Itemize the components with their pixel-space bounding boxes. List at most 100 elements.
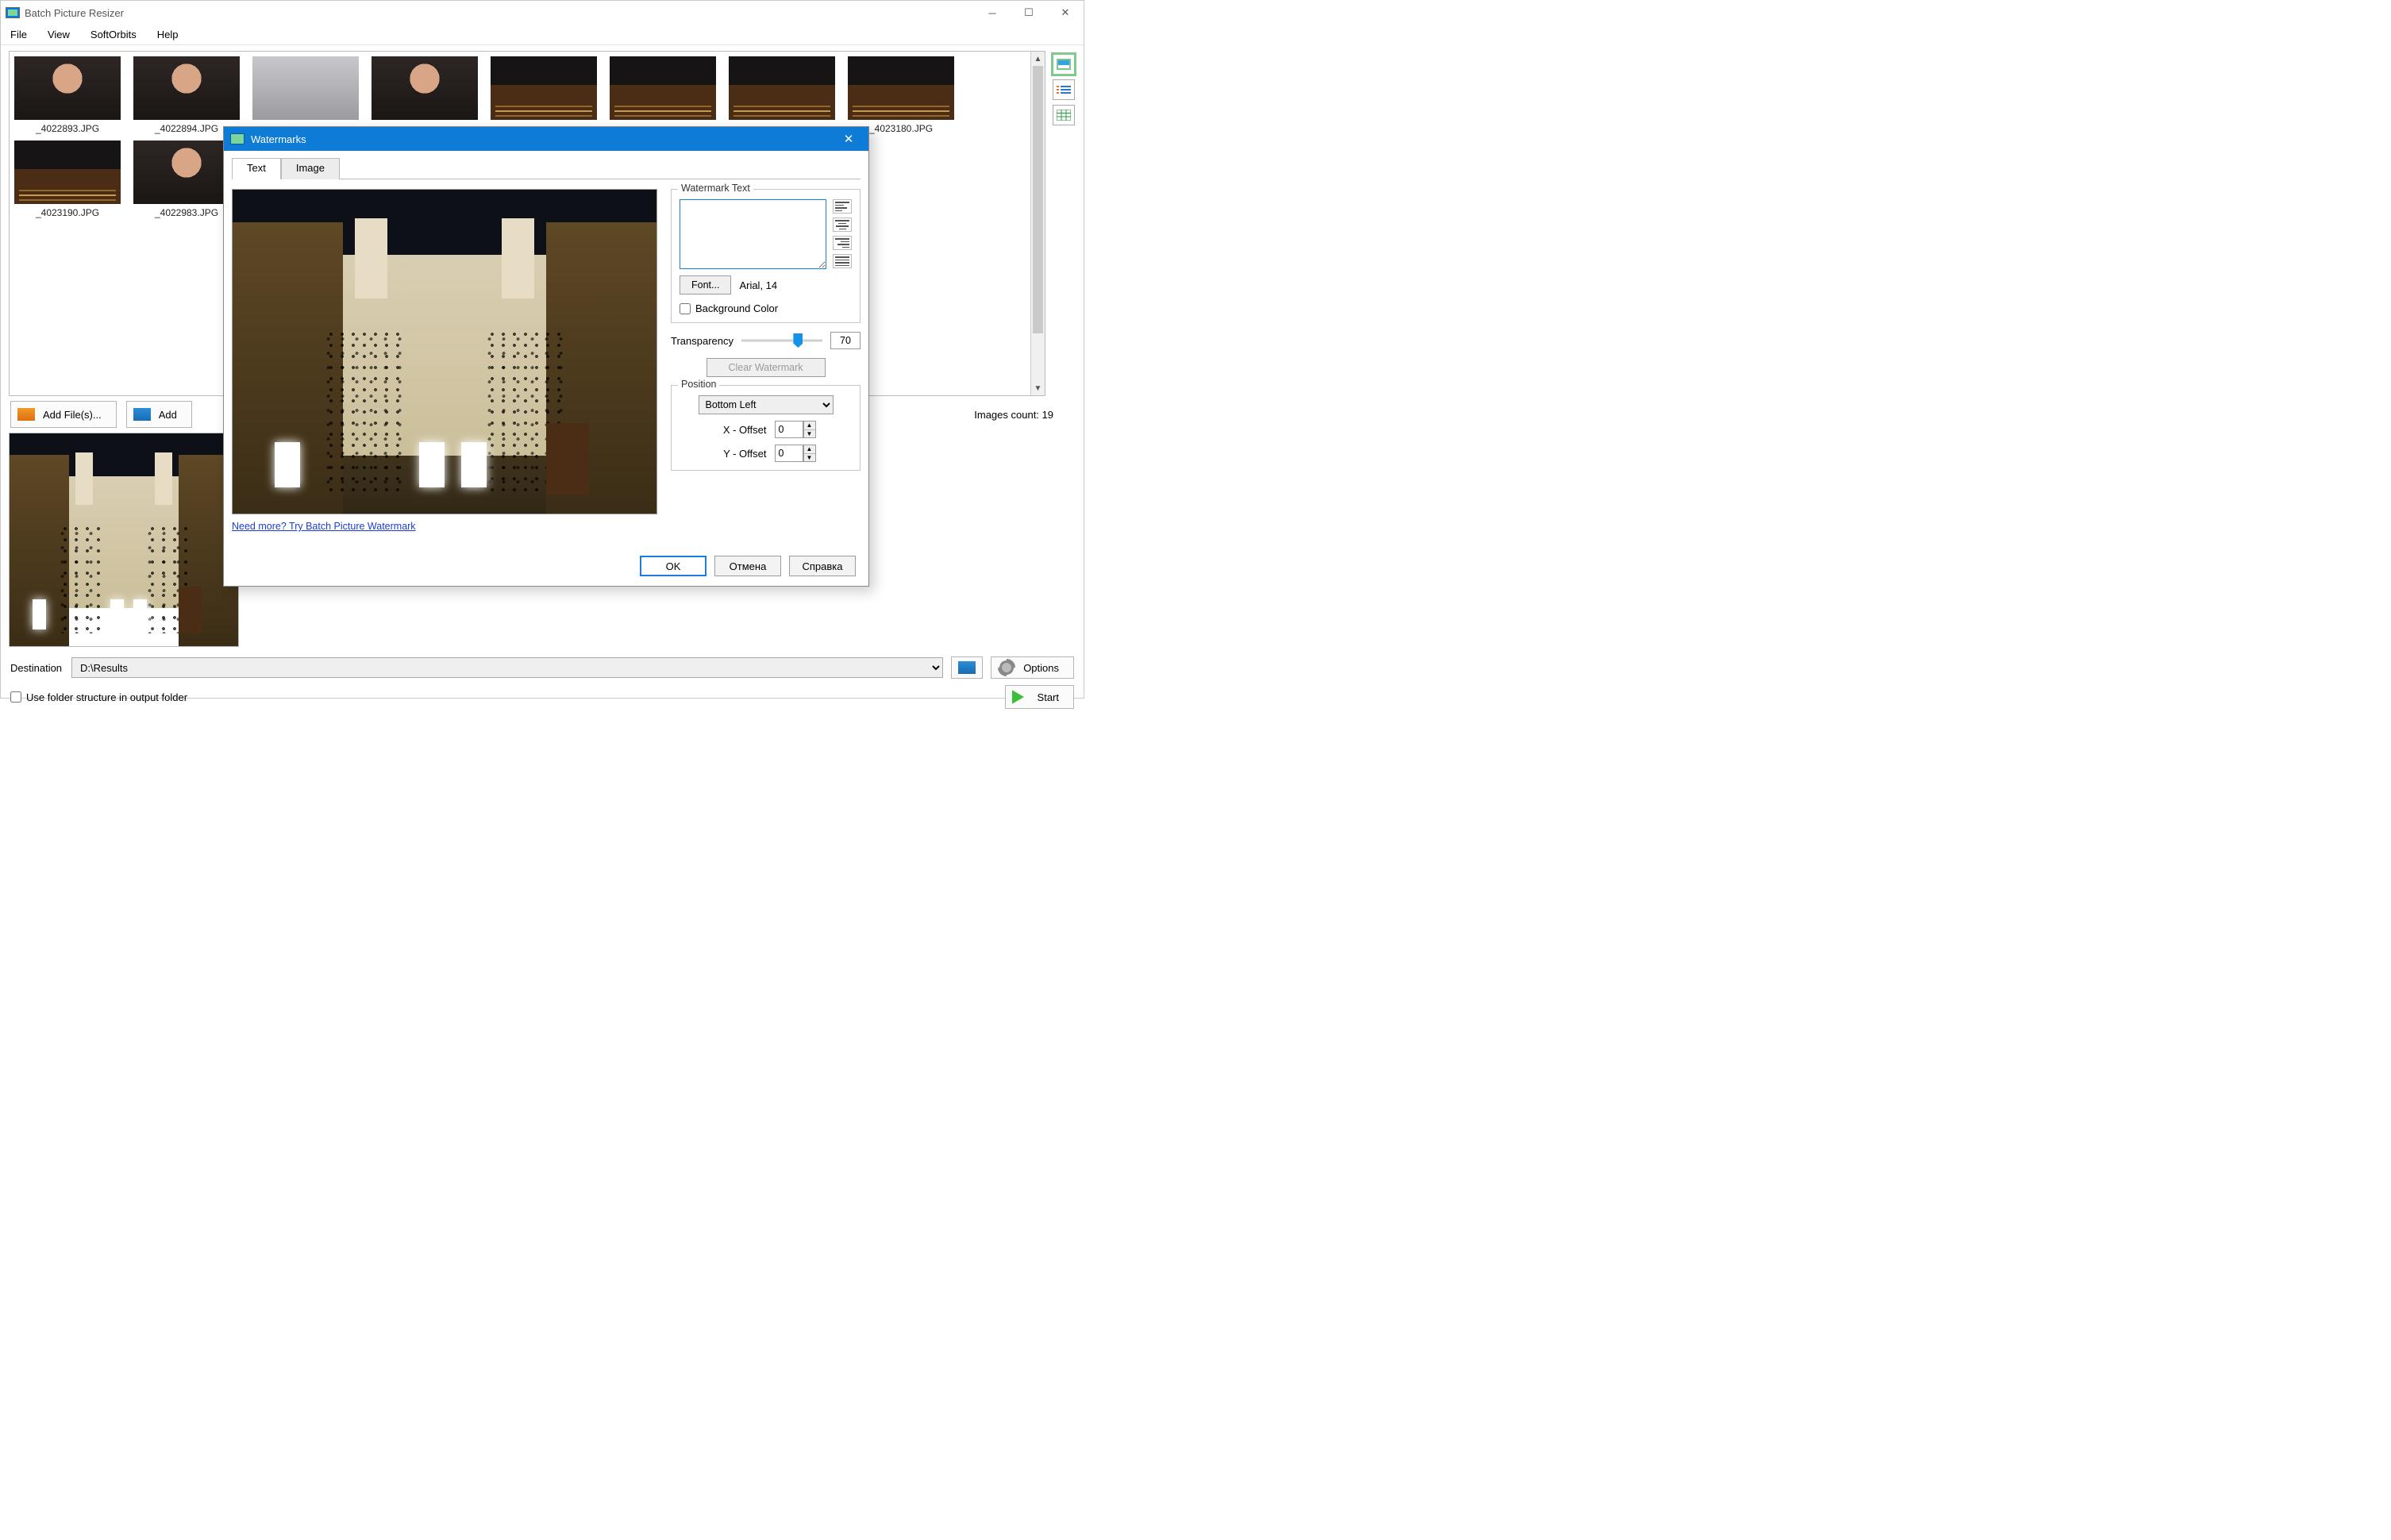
tab-image[interactable]: Image <box>281 158 340 179</box>
browse-folder-icon <box>958 661 976 674</box>
x-offset-stepper[interactable]: ▲▼ <box>775 421 816 438</box>
thumbnail[interactable] <box>252 56 359 134</box>
dialog-titlebar[interactable]: Watermarks ✕ <box>224 127 868 151</box>
y-offset-input[interactable] <box>775 445 803 462</box>
app-title: Batch Picture Resizer <box>25 7 124 19</box>
transparency-slider-thumb[interactable] <box>793 333 803 348</box>
destination-select[interactable]: D:\Results <box>71 657 943 678</box>
cancel-button[interactable]: Отмена <box>714 556 781 576</box>
font-display-label: Arial, 14 <box>739 279 777 291</box>
watermark-text-group-label: Watermark Text <box>678 183 753 194</box>
watermarks-dialog: Watermarks ✕ Text Image <box>223 126 869 587</box>
align-center-icon[interactable] <box>833 218 852 232</box>
y-offset-down-icon[interactable]: ▼ <box>804 454 815 462</box>
menu-file[interactable]: File <box>6 26 32 43</box>
browse-destination-button[interactable] <box>951 656 983 679</box>
scrollbar-down-icon[interactable]: ▼ <box>1031 381 1045 395</box>
align-justify-icon[interactable] <box>833 254 852 268</box>
start-button[interactable]: Start <box>1005 685 1074 709</box>
position-group-label: Position <box>678 379 719 390</box>
y-offset-up-icon[interactable]: ▲ <box>804 445 815 454</box>
transparency-label: Transparency <box>671 335 733 347</box>
view-mode-thumbnails-icon[interactable] <box>1053 54 1075 75</box>
thumbnail-name: _4022983.JPG <box>155 207 218 218</box>
thumbnail-image <box>133 56 240 120</box>
menu-view[interactable]: View <box>43 26 75 43</box>
add-files-button[interactable]: Add File(s)... <box>10 401 117 428</box>
position-group: Position Bottom Left X - Offset ▲▼ <box>671 385 861 471</box>
watermark-preview-pane: Need more? Try Batch Picture Watermark <box>232 189 658 532</box>
folder-structure-row: Use folder structure in output folder St… <box>1 682 1084 712</box>
menubar: File View SoftOrbits Help <box>1 25 1084 45</box>
menu-help[interactable]: Help <box>152 26 183 43</box>
window-maximize-button[interactable]: ☐ <box>1011 1 1047 25</box>
view-mode-column <box>1052 51 1076 396</box>
thumbnail-name: _4022894.JPG <box>155 123 218 134</box>
dialog-body: Text Image Need more? Try Batch Picture … <box>224 151 868 586</box>
y-offset-label: Y - Offset <box>716 448 767 460</box>
thumbnail-image <box>14 141 121 204</box>
main-preview-image <box>9 433 239 647</box>
thumbnail[interactable]: _4022893.JPG <box>14 56 121 134</box>
ok-button[interactable]: OK <box>640 556 707 576</box>
transparency-slider[interactable] <box>741 331 822 350</box>
watermark-text-group: Watermark Text Font... <box>671 189 861 323</box>
align-right-icon[interactable] <box>833 236 852 250</box>
thumbnail[interactable] <box>610 56 716 134</box>
dialog-close-button[interactable]: ✕ <box>835 127 862 151</box>
position-select[interactable]: Bottom Left <box>699 395 834 414</box>
folder-structure-label: Use folder structure in output folder <box>26 691 187 703</box>
thumbnail-name: _4022893.JPG <box>36 123 99 134</box>
watermark-text-input[interactable] <box>680 199 826 269</box>
transparency-row: Transparency <box>671 331 861 350</box>
background-color-checkbox[interactable] <box>680 303 691 314</box>
font-button[interactable]: Font... <box>680 275 731 295</box>
thumbnail[interactable]: _4022894.JPG <box>133 56 240 134</box>
window-controls: ─ ☐ ✕ <box>974 1 1084 25</box>
need-more-link[interactable]: Need more? Try Batch Picture Watermark <box>232 521 416 532</box>
watermark-preview-image <box>232 189 657 514</box>
y-offset-stepper[interactable]: ▲▼ <box>775 445 816 462</box>
tab-text[interactable]: Text <box>232 158 281 179</box>
text-align-buttons <box>833 199 852 269</box>
dialog-content: Need more? Try Batch Picture Watermark W… <box>232 179 861 532</box>
options-label: Options <box>1023 662 1059 674</box>
x-offset-up-icon[interactable]: ▲ <box>804 422 815 430</box>
add-folder-button[interactable]: Add <box>126 401 192 428</box>
folder-structure-checkbox[interactable] <box>10 691 21 703</box>
clear-watermark-button[interactable]: Clear Watermark <box>707 358 826 377</box>
thumbnail-image <box>14 56 121 120</box>
x-offset-input[interactable] <box>775 421 803 438</box>
view-mode-grid-icon[interactable] <box>1053 105 1075 125</box>
thumbnail-image <box>848 56 954 120</box>
add-files-icon <box>17 408 35 421</box>
help-button[interactable]: Справка <box>789 556 856 576</box>
thumbnail[interactable] <box>372 56 478 134</box>
thumbnail[interactable] <box>491 56 597 134</box>
thumbnail[interactable]: _4023190.JPG <box>14 141 121 218</box>
dialog-title: Watermarks <box>251 133 306 145</box>
watermark-controls-pane: Watermark Text Font... <box>671 189 861 532</box>
gallery-scrollbar[interactable]: ▲ ▼ <box>1030 52 1045 395</box>
x-offset-label: X - Offset <box>716 424 767 436</box>
options-button[interactable]: Options <box>991 656 1074 679</box>
transparency-value-input[interactable] <box>830 332 861 349</box>
thumbnail-image <box>729 56 835 120</box>
titlebar: Batch Picture Resizer ─ ☐ ✕ <box>1 1 1084 25</box>
x-offset-down-icon[interactable]: ▼ <box>804 430 815 438</box>
menu-softorbits[interactable]: SoftOrbits <box>86 26 141 43</box>
add-folder-icon <box>133 408 151 421</box>
thumbnail[interactable] <box>729 56 835 134</box>
scrollbar-track[interactable] <box>1031 66 1045 381</box>
window-close-button[interactable]: ✕ <box>1047 1 1084 25</box>
align-left-icon[interactable] <box>833 199 852 214</box>
scrollbar-thumb[interactable] <box>1033 66 1043 333</box>
background-color-label: Background Color <box>695 302 778 314</box>
thumbnail-image <box>491 56 597 120</box>
thumbnail-image <box>252 56 359 120</box>
thumbnail[interactable]: _4023180.JPG <box>848 56 954 134</box>
scrollbar-up-icon[interactable]: ▲ <box>1031 52 1045 66</box>
window-minimize-button[interactable]: ─ <box>974 1 1011 25</box>
view-mode-list-icon[interactable] <box>1053 79 1075 100</box>
add-folder-label: Add <box>159 409 177 421</box>
